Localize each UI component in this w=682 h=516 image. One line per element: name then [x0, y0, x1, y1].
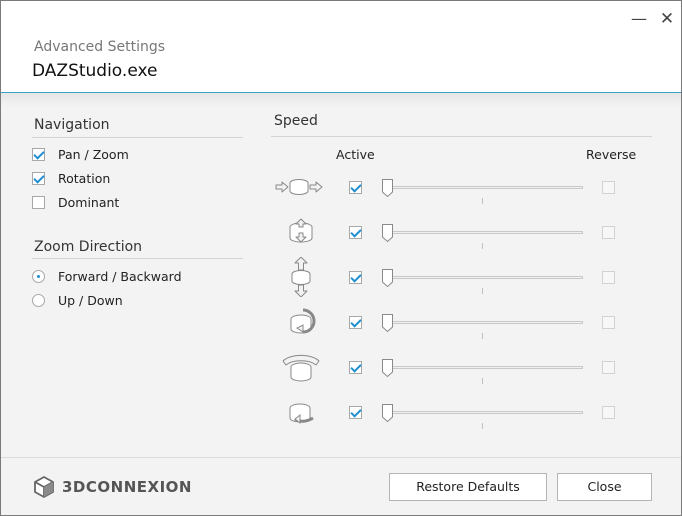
slider-center-tick [482, 198, 483, 204]
speed-row-pan-left-right [271, 167, 651, 207]
rotation-checkbox[interactable] [32, 171, 45, 185]
window-title: DAZStudio.exe [32, 61, 158, 81]
active-checkbox-spin[interactable] [349, 406, 362, 419]
up-down-radio[interactable] [32, 293, 45, 307]
dominant-checkbox[interactable] [32, 195, 45, 209]
speed-slider-track[interactable] [383, 321, 583, 324]
advanced-settings-window: Advanced Settings DAZStudio.exe — ✕ Navi… [0, 0, 682, 516]
speed-slider-track[interactable] [383, 231, 583, 234]
speed-slider-thumb[interactable] [382, 179, 393, 197]
up-down-option[interactable]: Up / Down [32, 292, 123, 308]
pan-zoom-option[interactable]: Pan / Zoom [32, 146, 129, 162]
spin-icon [289, 403, 314, 425]
window-subtitle: Advanced Settings [34, 39, 166, 55]
active-checkbox-roll[interactable] [349, 361, 362, 374]
reverse-checkbox-pan-up-down[interactable] [602, 271, 615, 284]
roll-icon [282, 354, 320, 382]
speed-row-roll [271, 347, 651, 387]
header-shadow [1, 93, 681, 107]
speed-title: Speed [274, 113, 318, 129]
speed-slider-thumb[interactable] [382, 224, 393, 242]
close-button[interactable]: Close [557, 473, 652, 501]
window-header: Advanced Settings DAZStudio.exe — ✕ [1, 1, 681, 93]
speed-row-pan-up-down [271, 257, 651, 297]
tilt-icon [290, 308, 316, 334]
active-column-header: Active [336, 147, 375, 162]
speed-slider-thumb[interactable] [382, 404, 393, 422]
speed-slider-track[interactable] [383, 186, 583, 189]
pan-left-right-icon [275, 179, 323, 195]
rotation-option[interactable]: Rotation [32, 170, 110, 186]
navigation-divider [32, 137, 243, 138]
pan-zoom-checkbox[interactable] [32, 147, 45, 161]
restore-defaults-button[interactable]: Restore Defaults [389, 473, 547, 501]
reverse-checkbox-zoom-push-pull[interactable] [602, 226, 615, 239]
slider-center-tick [482, 423, 483, 429]
3dconnexion-logo-icon [34, 476, 54, 498]
3dconnexion-logo: 3DCONNEXION [32, 474, 192, 500]
footer-divider [1, 457, 681, 458]
up-down-label: Up / Down [58, 292, 123, 308]
forward-backward-radio[interactable] [32, 269, 45, 283]
pan-up-down-icon [291, 257, 311, 297]
forward-backward-label: Forward / Backward [58, 268, 182, 284]
slider-center-tick [482, 243, 483, 249]
rotation-label: Rotation [58, 170, 111, 186]
pan-zoom-label: Pan / Zoom [58, 146, 129, 162]
speed-slider-thumb[interactable] [382, 359, 393, 377]
active-checkbox-pan-left-right[interactable] [349, 181, 362, 194]
active-checkbox-tilt[interactable] [349, 316, 362, 329]
dominant-label: Dominant [58, 194, 120, 210]
reverse-checkbox-roll[interactable] [602, 361, 615, 374]
speed-row-zoom-push-pull [271, 212, 651, 252]
reverse-checkbox-pan-left-right[interactable] [602, 181, 615, 194]
speed-slider-track[interactable] [383, 276, 583, 279]
forward-backward-option[interactable]: Forward / Backward [32, 268, 182, 284]
reverse-column-header: Reverse [586, 147, 637, 162]
speed-row-tilt [271, 302, 651, 342]
speed-slider-track[interactable] [383, 366, 583, 369]
speed-slider-thumb[interactable] [382, 314, 393, 332]
dominant-option[interactable]: Dominant [32, 194, 119, 210]
speed-slider-track[interactable] [383, 411, 583, 414]
navigation-title: Navigation [34, 117, 110, 133]
zoom-direction-title: Zoom Direction [34, 239, 143, 255]
logo-text: 3DCONNEXION [62, 478, 192, 496]
slider-center-tick [482, 288, 483, 294]
slider-center-tick [482, 378, 483, 384]
active-checkbox-zoom-push-pull[interactable] [349, 226, 362, 239]
speed-divider [271, 136, 652, 137]
close-window-button[interactable]: ✕ [657, 9, 677, 29]
reverse-checkbox-spin[interactable] [602, 406, 615, 419]
active-checkbox-pan-up-down[interactable] [349, 271, 362, 284]
speed-slider-thumb[interactable] [382, 269, 393, 287]
speed-row-spin [271, 392, 651, 432]
zoom-push-pull-icon [289, 218, 313, 243]
slider-center-tick [482, 333, 483, 339]
reverse-checkbox-tilt[interactable] [602, 316, 615, 329]
zoom-direction-divider [32, 258, 243, 259]
minimize-button[interactable]: — [629, 9, 649, 29]
